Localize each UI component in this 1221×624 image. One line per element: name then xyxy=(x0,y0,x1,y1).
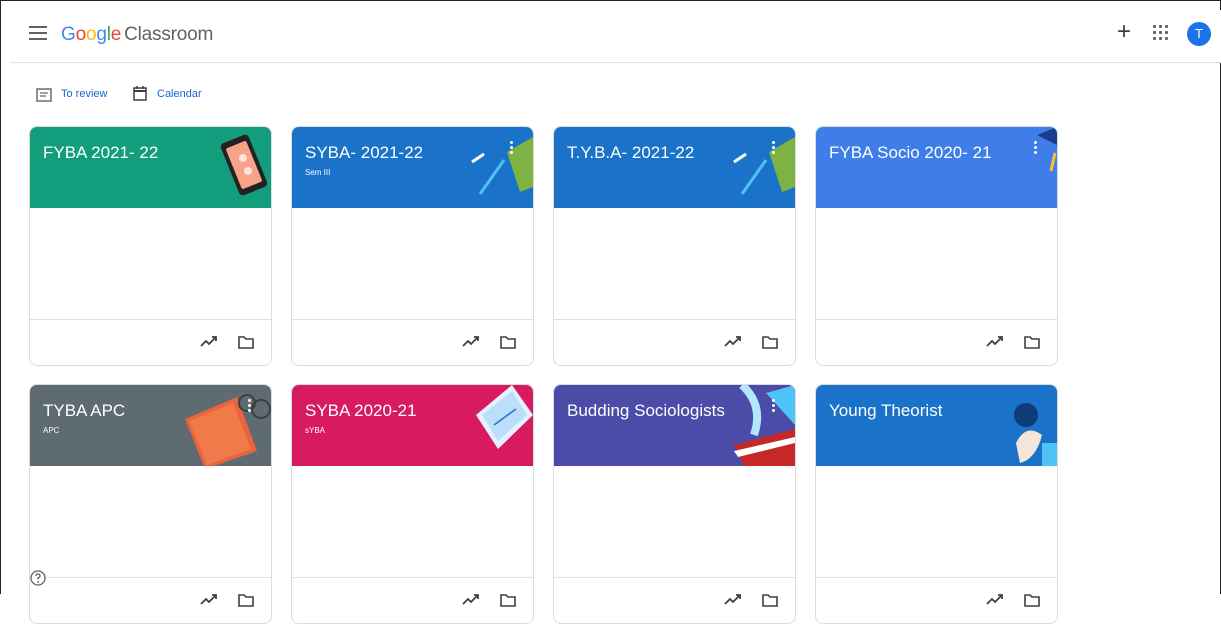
menu-icon xyxy=(29,26,47,28)
class-card[interactable]: T.Y.B.A- 2021-22 xyxy=(553,126,796,366)
trending-up-icon[interactable] xyxy=(200,334,218,350)
card-footer xyxy=(554,577,795,623)
more-options-icon[interactable] xyxy=(246,399,252,415)
review-list-icon xyxy=(36,88,52,102)
card-banner xyxy=(292,385,533,466)
class-title[interactable]: FYBA 2021- 22 xyxy=(43,143,158,163)
more-options-icon[interactable] xyxy=(770,399,776,415)
class-title[interactable]: FYBA Socio 2020- 21 xyxy=(829,143,992,163)
trending-up-icon[interactable] xyxy=(462,334,480,350)
calendar-icon xyxy=(133,86,147,101)
account-avatar[interactable]: T xyxy=(1187,22,1211,46)
card-banner xyxy=(816,127,1057,208)
folder-icon[interactable] xyxy=(500,593,516,607)
apps-grid-icon[interactable] xyxy=(1152,24,1170,42)
class-title[interactable]: TYBA APC xyxy=(43,401,125,421)
class-title[interactable]: SYBA- 2021-22 xyxy=(305,143,423,163)
main-menu-button[interactable] xyxy=(29,26,47,40)
create-or-join-button[interactable]: + xyxy=(1112,20,1136,44)
folder-icon[interactable] xyxy=(238,593,254,607)
more-options-icon[interactable] xyxy=(508,141,514,157)
lightbulb-illustration xyxy=(1014,403,1057,466)
class-title[interactable]: SYBA 2020-21 xyxy=(305,401,417,421)
to-review-link[interactable]: To review xyxy=(61,88,107,100)
class-title[interactable]: Budding Sociologists xyxy=(567,401,725,421)
card-footer xyxy=(292,577,533,623)
card-footer xyxy=(292,319,533,365)
help-icon[interactable] xyxy=(30,570,46,586)
folder-icon[interactable] xyxy=(1024,593,1040,607)
top-app-bar: Google Classroom + T xyxy=(10,10,1221,63)
more-options-icon[interactable] xyxy=(770,141,776,157)
pencil-illustration xyxy=(1037,127,1057,172)
trending-up-icon[interactable] xyxy=(986,592,1004,608)
class-section: Sem III xyxy=(305,168,331,177)
google-classroom-logo[interactable]: Google Classroom xyxy=(61,24,213,46)
card-footer xyxy=(30,319,271,365)
card-banner xyxy=(816,385,1057,466)
trending-up-icon[interactable] xyxy=(724,334,742,350)
class-card[interactable]: Budding Sociologists xyxy=(553,384,796,624)
class-card[interactable]: SYBA 2020-21 sYBA xyxy=(291,384,534,624)
card-footer xyxy=(816,319,1057,365)
trending-up-icon[interactable] xyxy=(724,592,742,608)
pencil-illustration xyxy=(733,137,795,195)
card-footer xyxy=(554,319,795,365)
class-card[interactable]: FYBA Socio 2020- 21 xyxy=(815,126,1058,366)
pencil-illustration xyxy=(471,137,533,195)
class-card[interactable]: FYBA 2021- 22 xyxy=(29,126,272,366)
folder-icon[interactable] xyxy=(762,335,778,349)
class-section: sYBA xyxy=(305,426,326,435)
trending-up-icon[interactable] xyxy=(200,592,218,608)
card-banner xyxy=(554,385,795,466)
trending-up-icon[interactable] xyxy=(986,334,1004,350)
tablet-illustration xyxy=(476,385,533,449)
card-banner xyxy=(30,385,271,466)
card-banner xyxy=(30,127,271,208)
trending-up-icon[interactable] xyxy=(462,592,480,608)
class-title[interactable]: T.Y.B.A- 2021-22 xyxy=(567,143,694,163)
class-section: APC xyxy=(43,426,60,435)
class-title[interactable]: Young Theorist xyxy=(829,401,942,421)
product-name: Classroom xyxy=(124,24,214,45)
card-footer xyxy=(30,577,271,623)
more-options-icon[interactable] xyxy=(1032,141,1038,157)
class-card[interactable]: TYBA APC APC xyxy=(29,384,272,624)
phone-illustration xyxy=(220,134,268,196)
card-banner xyxy=(554,127,795,208)
book-illustration xyxy=(185,394,271,466)
folder-icon[interactable] xyxy=(238,335,254,349)
class-card[interactable]: SYBA- 2021-22 Sem III xyxy=(291,126,534,366)
folder-icon[interactable] xyxy=(762,593,778,607)
class-card[interactable]: Young Theorist xyxy=(815,384,1058,624)
folder-icon[interactable] xyxy=(1024,335,1040,349)
calendar-link[interactable]: Calendar xyxy=(157,88,202,100)
folder-icon[interactable] xyxy=(500,335,516,349)
quill-illustration xyxy=(734,385,795,466)
card-footer xyxy=(816,577,1057,623)
